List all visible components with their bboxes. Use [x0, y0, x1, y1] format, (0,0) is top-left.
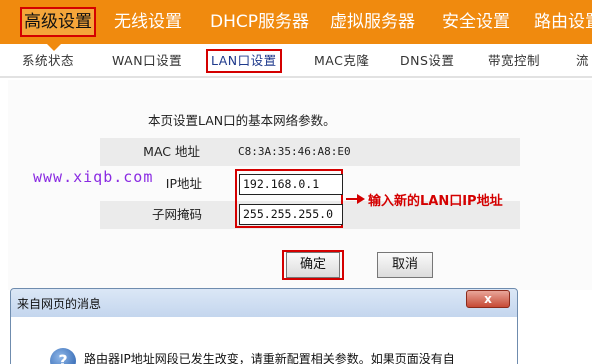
- active-tab-pointer-icon: [47, 44, 61, 51]
- topnav-wireless-settings[interactable]: 无线设置: [114, 0, 182, 44]
- subnav-dns-settings[interactable]: DNS设置: [400, 44, 454, 78]
- mask-label: 子网掩码: [151, 207, 202, 222]
- dialog-message: 路由器IP地址网段已发生改变，请重新配置相关参数。如果页面没有自: [84, 352, 455, 364]
- ok-button[interactable]: 确定: [286, 252, 340, 278]
- topnav-routing-settings[interactable]: 路由设置: [534, 0, 592, 44]
- annotation-text: 输入新的LAN口IP地址: [368, 194, 503, 209]
- top-nav: 高级设置 无线设置 DHCP服务器 虚拟服务器 安全设置 路由设置: [0, 0, 592, 44]
- watermark: www.xiqb.com: [33, 168, 154, 186]
- subnav-bandwidth-control[interactable]: 带宽控制: [488, 44, 540, 78]
- mac-value: C8:3A:35:46:A8:E0: [238, 145, 351, 158]
- subnav-lan-settings[interactable]: LAN口设置: [206, 49, 282, 73]
- subnet-mask-input[interactable]: 255.255.255.0: [239, 204, 343, 225]
- topnav-security-settings[interactable]: 安全设置: [442, 0, 510, 44]
- topnav-advanced-settings[interactable]: 高级设置: [20, 7, 96, 37]
- subnav-mac-clone[interactable]: MAC克隆: [314, 44, 369, 78]
- close-icon[interactable]: x: [466, 290, 510, 308]
- mac-row: MAC 地址 C8:3A:35:46:A8:E0: [100, 138, 520, 166]
- ip-address-input[interactable]: 192.168.0.1: [239, 174, 343, 195]
- mac-label: MAC 地址: [143, 144, 200, 159]
- subnav-traffic[interactable]: 流: [576, 44, 589, 78]
- dialog-title: 来自网页的消息: [17, 297, 102, 311]
- cancel-button[interactable]: 取消: [377, 252, 433, 278]
- topnav-dhcp-server[interactable]: DHCP服务器: [210, 0, 309, 44]
- topnav-virtual-server[interactable]: 虚拟服务器: [330, 0, 415, 44]
- subnav-wan-settings[interactable]: WAN口设置: [112, 44, 182, 78]
- arrow-right-icon: [357, 194, 365, 204]
- sub-nav: 系统状态 WAN口设置 LAN口设置 MAC克隆 DNS设置 带宽控制 流: [0, 44, 592, 78]
- page-description: 本页设置LAN口的基本网络参数。: [148, 113, 336, 128]
